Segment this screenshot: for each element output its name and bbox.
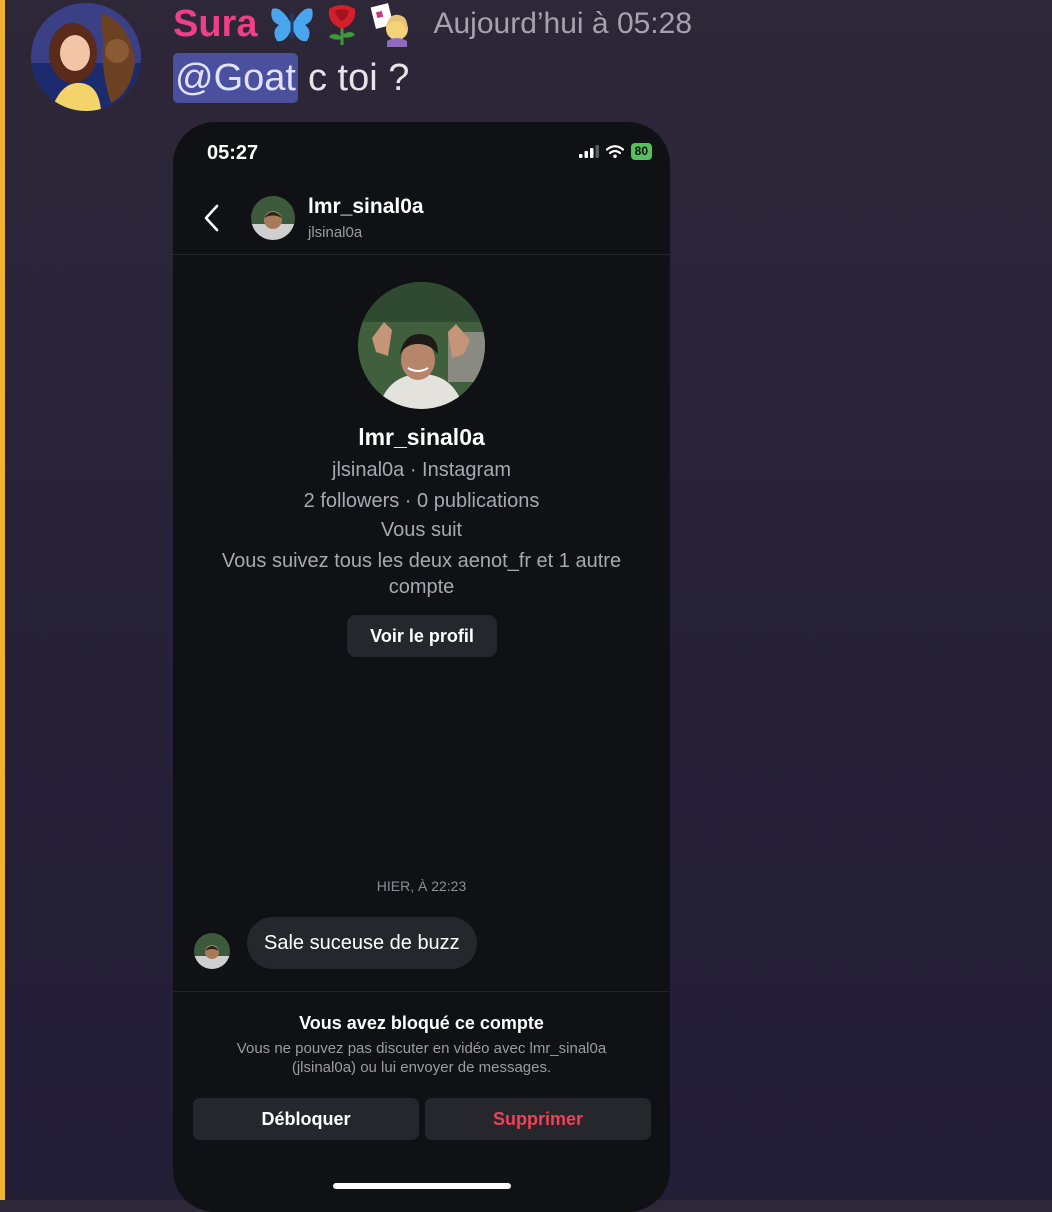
wifi-icon: [605, 145, 624, 158]
back-arrow-icon[interactable]: [203, 204, 219, 232]
delete-button[interactable]: Supprimer: [425, 1098, 651, 1140]
signal-icon: [578, 145, 599, 158]
blocked-description: Vous ne pouvez pas discuter en vidéo ave…: [236, 1040, 607, 1076]
message-content: @Goat c toi ?: [173, 52, 409, 104]
incoming-message-bubble[interactable]: Sale suceuse de buzz: [247, 917, 477, 969]
profile-handle-platform: jlsinal0a · Instagram: [332, 459, 511, 481]
chat-header-avatar[interactable]: [251, 196, 295, 240]
profile-mutual-followers: Vous suivez tous les deux aenot_fr et 1 …: [221, 550, 622, 598]
screenshot-attachment[interactable]: 05:27 80 lmr_sinal0a jlsinal0a lmr_sinal…: [173, 122, 670, 1212]
date-separator: HIER, À 22:23: [376, 878, 467, 894]
view-profile-button[interactable]: Voir le profil: [347, 615, 497, 657]
profile-follows-you: Vous suit: [380, 519, 463, 541]
profile-stats: 2 followers · 0 publications: [303, 490, 540, 512]
message-timestamp: Aujourd’hui à 05:28: [433, 7, 693, 40]
status-bar-time: 05:27: [207, 142, 259, 164]
unblock-button[interactable]: Débloquer: [193, 1098, 419, 1140]
blocked-title: Vous avez bloqué ce compte: [299, 1013, 544, 1033]
chat-header: lmr_sinal0a jlsinal0a: [173, 182, 670, 255]
author-avatar[interactable]: [31, 3, 141, 111]
profile-name: lmr_sinal0a: [358, 424, 485, 450]
chat-header-handle: jlsinal0a: [308, 224, 363, 241]
profile-picture[interactable]: [358, 282, 485, 409]
home-indicator[interactable]: [333, 1183, 511, 1189]
rose-emoji-icon: [319, 1, 365, 47]
status-bar-icons: 80: [578, 143, 652, 160]
battery-indicator: 80: [630, 143, 652, 160]
message-text: c toi ?: [307, 56, 410, 99]
butterfly-emoji-icon: [269, 1, 315, 47]
author-name[interactable]: Sura: [173, 3, 257, 46]
sticker-emoji-icon: [369, 1, 415, 47]
message-sender-avatar[interactable]: [194, 933, 230, 969]
chat-header-name[interactable]: lmr_sinal0a: [308, 195, 424, 219]
user-mention[interactable]: @Goat: [173, 53, 298, 103]
message-highlight-bar: [0, 0, 5, 1200]
